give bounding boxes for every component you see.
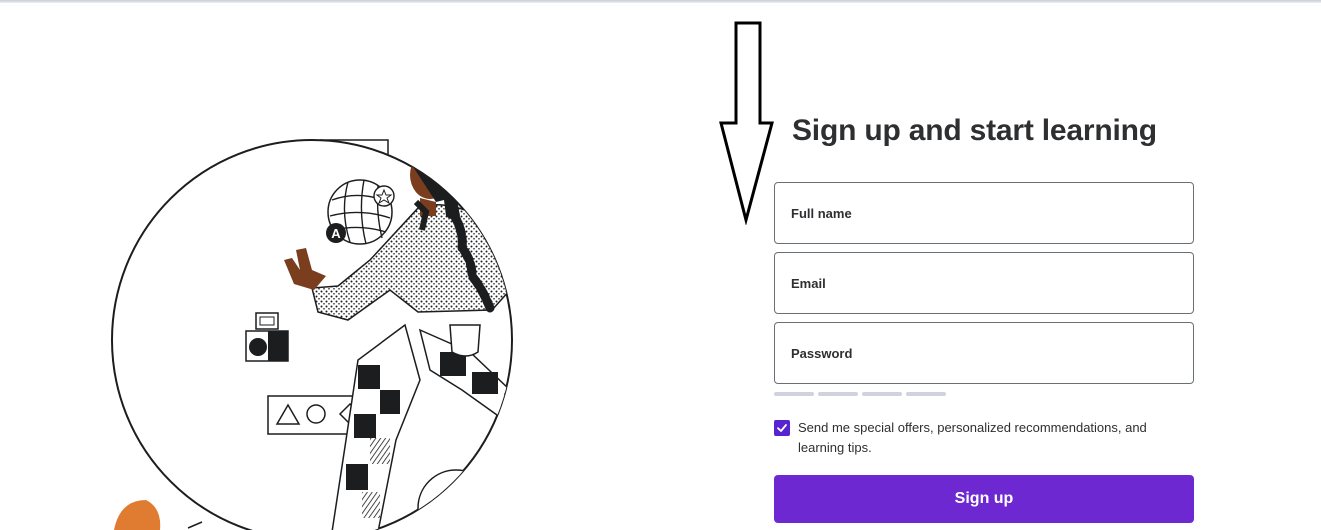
signup-form: Sign up and start learning Send me speci… xyxy=(774,100,1194,523)
signup-page: A Sign up and start learning Full name E… xyxy=(0,0,1321,530)
orange-decoration xyxy=(114,500,161,530)
page-title: Sign up and start learning xyxy=(792,114,1157,147)
annotation-down-arrow xyxy=(718,20,778,226)
hero-illustration: A xyxy=(100,120,630,530)
password-input[interactable] xyxy=(775,323,1193,383)
header-shadow xyxy=(0,0,1321,3)
strength-segment xyxy=(818,392,858,396)
password-field[interactable] xyxy=(774,322,1194,384)
letter-a-icon: A xyxy=(326,223,346,243)
check-icon xyxy=(777,424,787,432)
piano-keys-icon xyxy=(511,177,512,221)
email-field[interactable] xyxy=(774,252,1194,314)
star-icon xyxy=(373,185,395,207)
consent-label[interactable]: Send me special offers, personalized rec… xyxy=(798,418,1188,458)
email-input[interactable] xyxy=(775,253,1193,313)
letter-a-label: A xyxy=(331,226,341,241)
strength-segment xyxy=(906,392,946,396)
password-strength-meter xyxy=(774,392,1194,396)
full-name-field[interactable] xyxy=(774,182,1194,244)
strength-segment xyxy=(862,392,902,396)
strength-segment xyxy=(774,392,814,396)
signup-button[interactable]: Sign up xyxy=(774,475,1194,523)
full-name-input[interactable] xyxy=(775,183,1193,243)
pie-chart-icon xyxy=(572,306,630,378)
consent-checkbox[interactable] xyxy=(774,420,790,436)
marketing-consent: Send me special offers, personalized rec… xyxy=(774,418,1194,458)
